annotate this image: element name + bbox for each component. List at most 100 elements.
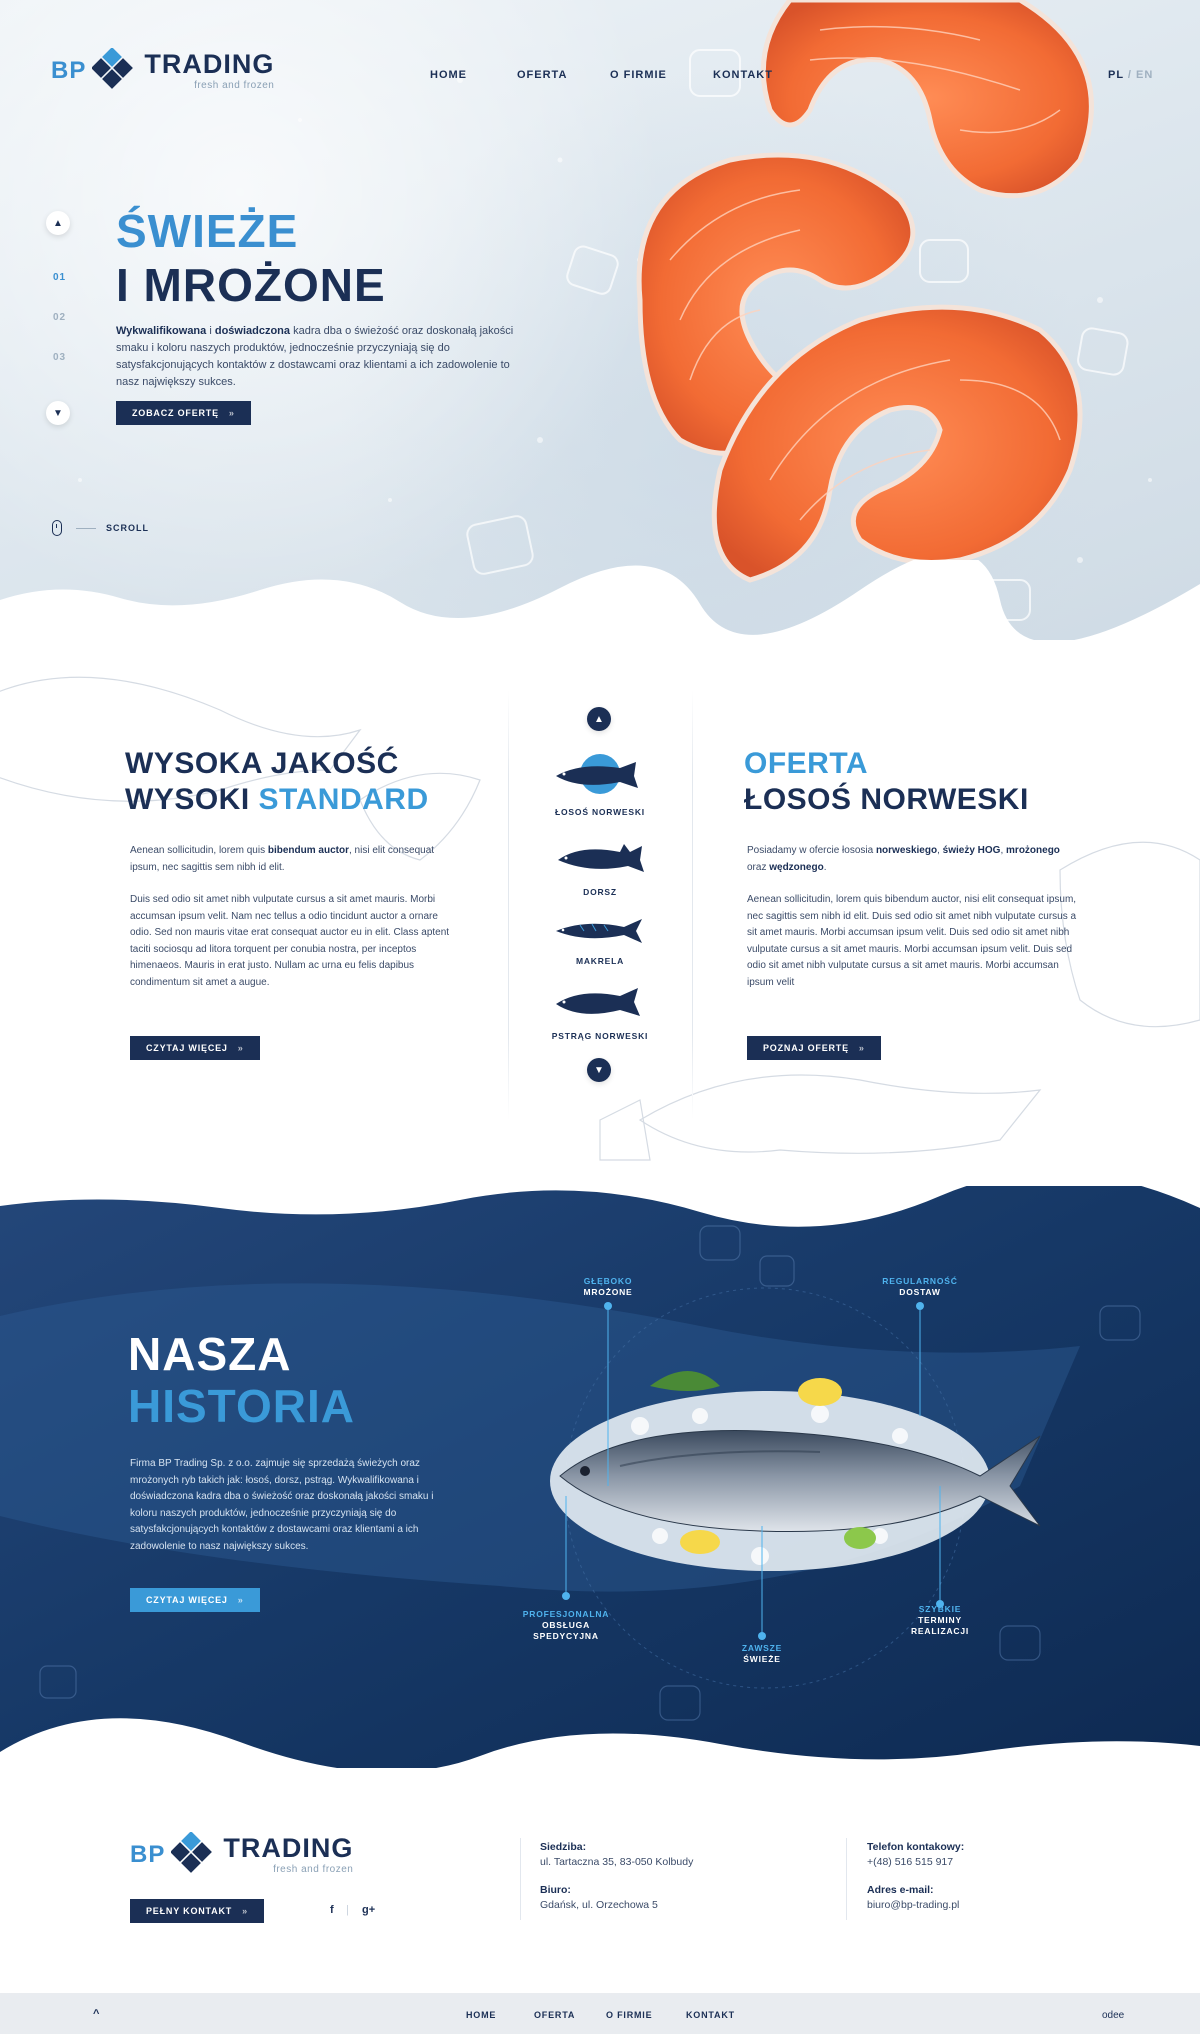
history-read-more-button[interactable]: CZYTAJ WIĘCEJ » (130, 1588, 260, 1612)
feature-shipping-service: PROFESJONALNA OBSŁUGA SPEDYCYJNA (506, 1609, 626, 1642)
trout-icon (556, 988, 640, 1016)
see-offer-label: ZOBACZ OFERTĘ (132, 408, 219, 418)
bottom-nav-home[interactable]: HOME (466, 2010, 496, 2020)
scroll-line (76, 527, 96, 529)
feature-regular-supply-b: DOSTAW (899, 1287, 941, 1297)
explore-offer-label: POZNAJ OFERTĘ (763, 1043, 849, 1053)
mackerel-icon (556, 919, 642, 943)
hero-title-line2: I MROŻONE (116, 259, 386, 311)
fish-item-cod[interactable]: DORSZ (508, 838, 692, 897)
slide-number-1[interactable]: 01 (53, 272, 66, 283)
history-title-line2: HISTORIA (128, 1380, 355, 1432)
footer-logo-diamond-icon (171, 1832, 213, 1873)
chevron-up-icon: ▲ (594, 713, 604, 725)
history-read-more-label: CZYTAJ WIĘCEJ (146, 1595, 228, 1605)
offer-title-line2: ŁOSOŚ NORWESKI (744, 783, 1029, 816)
feature-deep-frozen-b: MROŻONE (583, 1287, 633, 1297)
office-label: Biuro: (540, 1884, 571, 1896)
history-description: Firma BP Trading Sp. z o.o. zajmuje się … (130, 1458, 434, 1552)
email-value[interactable]: biuro@bp-trading.pl (867, 1898, 964, 1913)
offer-p1-i: . (823, 861, 827, 873)
double-chevron-right-icon: » (237, 1595, 244, 1605)
back-to-top-icon[interactable]: ^ (93, 2008, 100, 2020)
footer-logo-bp: BP (130, 1841, 166, 1868)
office-value: Gdańsk, ul. Orzechowa 5 (540, 1899, 658, 1911)
nav-home[interactable]: HOME (430, 69, 467, 81)
chevron-down-icon: ▼ (594, 1064, 604, 1076)
double-chevron-right-icon: » (228, 408, 235, 418)
full-contact-button[interactable]: PEŁNY KONTAKT » (130, 1899, 264, 1923)
footer-divider-2 (846, 1838, 847, 1920)
hero-text-bold2: doświadczona (214, 325, 291, 337)
offer-paragraph-1: Posiadamy w ofercie łososia norweskiego,… (747, 843, 1077, 876)
fish-divider-right (692, 690, 693, 1120)
social-separator: | (346, 1904, 349, 1916)
offer-p1-b: norweskiego (875, 845, 938, 856)
chevron-up-icon: ▲ (53, 217, 63, 229)
email-label: Adres e-mail: (867, 1884, 934, 1896)
google-plus-icon[interactable]: g+ (362, 1904, 375, 1916)
fish-label-cod: DORSZ (583, 887, 617, 897)
logo-diamond-icon (92, 48, 134, 89)
salmon-steaks-image (636, 0, 1094, 583)
offer-p1-f: mrożonego (1006, 845, 1060, 856)
bottom-nav-kontakt[interactable]: KONTAKT (686, 2010, 735, 2020)
double-chevron-right-icon: » (237, 1043, 244, 1053)
offer-p1-h: wędzonego (769, 861, 824, 873)
feature-always-fresh: ZAWSZE ŚWIEŻE (712, 1643, 812, 1665)
double-chevron-right-icon: » (242, 1906, 248, 1916)
fish-item-salmon[interactable]: ŁOSOŚ NORWESKI (508, 752, 692, 817)
logo[interactable]: BP TRADING fresh and frozen (51, 48, 274, 94)
footer-logo-trading: TRADING (223, 1833, 354, 1863)
quality-title-line2b: STANDARD (258, 783, 429, 816)
history-title-line1: NASZA (128, 1328, 292, 1380)
feature-always-fresh-b: ŚWIEŻE (743, 1654, 781, 1664)
bottom-bar: ^ HOME OFERTA O FIRMIE KONTAKT odee (0, 1993, 1200, 2034)
nav-o-firmie[interactable]: O FIRMIE (610, 69, 667, 81)
fish-down-button[interactable]: ▼ (587, 1058, 611, 1082)
hero-text-bold1: Wykwalifikowana (116, 325, 207, 337)
fish-up-button[interactable]: ▲ (587, 707, 611, 731)
scroll-indicator[interactable]: SCROLL (52, 520, 149, 536)
scroll-label: SCROLL (106, 523, 149, 533)
read-more-button[interactable]: CZYTAJ WIĘCEJ » (130, 1036, 260, 1060)
lang-en[interactable]: EN (1136, 69, 1153, 81)
full-contact-label: PEŁNY KONTAKT (146, 1906, 233, 1916)
mouse-icon (52, 520, 62, 536)
feature-deep-frozen: GŁĘBOKO MROŻONE (558, 1276, 658, 1298)
lang-pl[interactable]: PL (1108, 69, 1124, 81)
bottom-nav-oferta[interactable]: OFERTA (534, 2010, 575, 2020)
feature-regular-supply-a: REGULARNOŚĆ (882, 1276, 958, 1286)
slide-down-button[interactable]: ▼ (46, 401, 70, 425)
feature-fast-delivery-a: SZYBKIE (918, 1604, 962, 1614)
cod-icon (558, 844, 644, 872)
phone-value[interactable]: +(48) 516 515 917 (867, 1855, 964, 1870)
quality-p1-bold: bibendum auctor (267, 845, 349, 856)
bottom-nav-o-firmie[interactable]: O FIRMIE (606, 2010, 652, 2020)
fish-item-mackerel[interactable]: MAKRELA (508, 913, 692, 966)
facebook-icon[interactable]: f (330, 1904, 334, 1916)
quality-paragraph-2: Duis sed odio sit amet nibh vulputate cu… (130, 894, 450, 988)
hero-text-mid: i (206, 325, 215, 337)
slide-up-button[interactable]: ▲ (46, 211, 70, 235)
lang-separator: / (1127, 69, 1132, 81)
explore-offer-button[interactable]: POZNAJ OFERTĘ » (747, 1036, 881, 1060)
slide-number-3[interactable]: 03 (53, 352, 66, 363)
see-offer-button[interactable]: ZOBACZ OFERTĘ » (116, 401, 251, 425)
hero-description: Wykwalifikowana i doświadczona kadra dba… (116, 323, 526, 391)
quality-p1-start: Aenean sollicitudin, lorem quis (130, 845, 268, 856)
feature-shipping-service-b: OBSŁUGA SPEDYCYJNA (533, 1620, 599, 1641)
offer-paragraph-2: Aenean sollicitudin, lorem quis bibendum… (747, 894, 1077, 988)
nav-kontakt[interactable]: KONTAKT (713, 69, 773, 81)
logo-bp: BP (51, 57, 87, 84)
fish-item-trout[interactable]: PSTRĄG NORWESKI (508, 982, 692, 1041)
nav-oferta[interactable]: OFERTA (517, 69, 567, 81)
hero-title-line1: ŚWIEŻE (116, 205, 299, 257)
footer-contact: Telefon kontakowy: +(48) 516 515 917 Adr… (867, 1840, 964, 1913)
seat-label: Siedziba: (540, 1841, 587, 1853)
footer-logo[interactable]: BP TRADING fresh and frozen (130, 1832, 353, 1878)
slide-number-2[interactable]: 02 (53, 312, 66, 323)
hero-section: BP TRADING fresh and frozen HOME OFERTA … (0, 0, 1200, 640)
designer-credit[interactable]: odee (1102, 2010, 1124, 2021)
quality-title-line1: WYSOKA JAKOŚĆ (125, 747, 399, 780)
